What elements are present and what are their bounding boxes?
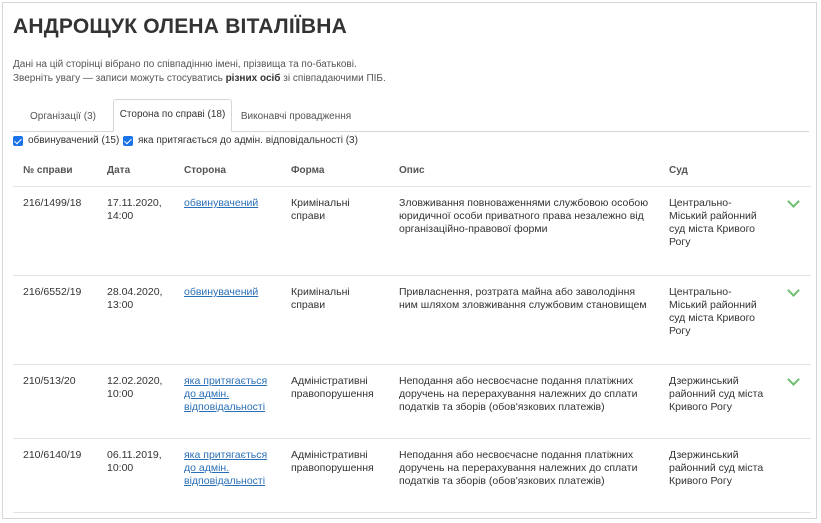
party-link[interactable]: обвинувачений <box>184 197 258 209</box>
party-link[interactable]: обвинувачений <box>184 286 258 298</box>
case-form: Адміністративні правопорушення <box>281 438 389 513</box>
table-row[interactable]: 210/513/20 12.02.2020, 10:00 яка притягає… <box>13 364 811 439</box>
case-party: обвинувачений <box>174 275 281 365</box>
case-number: 210/513/20 <box>13 364 97 439</box>
table-header-row: № справи Дата Сторона Форма Опис Суд <box>13 155 811 187</box>
case-date: 17.11.2020, 14:00 <box>97 186 174 276</box>
table-row[interactable]: 216/6552/19 28.04.2020, 13:00 обвинувачен… <box>13 275 811 365</box>
case-number: 210/6140/19 <box>13 438 97 513</box>
date-value: 06.11.2019, <box>107 449 162 461</box>
case-number: 216/1499/18 <box>13 186 97 276</box>
filter-admin-liability[interactable]: яка притягається до адмін. відповідально… <box>123 135 358 146</box>
time-value: 13:00 <box>107 299 134 311</box>
chevron-down-icon[interactable] <box>786 284 800 297</box>
col-case-number[interactable]: № справи <box>13 155 97 187</box>
chevron-down-icon[interactable] <box>786 373 800 386</box>
note-emphasis: різних осіб <box>225 73 281 84</box>
case-court: Дзержинський районний суд міста Кривого … <box>659 364 771 439</box>
note-text: Зверніть увагу — записи можуть стосувати… <box>13 73 226 84</box>
case-date: 28.04.2020, 13:00 <box>97 275 174 365</box>
col-description[interactable]: Опис <box>389 155 659 187</box>
party-link[interactable]: яка притягається до адмін. відповідально… <box>184 375 267 413</box>
table-row[interactable]: 210/6140/19 06.11.2019, 10:00 яка притяга… <box>13 438 811 513</box>
filter-label: обвинувачений (15) <box>28 135 120 146</box>
case-party: обвинувачений <box>174 186 281 276</box>
case-party: яка притягається до адмін. відповідально… <box>174 364 281 439</box>
tab-bar: Організації (3) Сторона по справі (18) В… <box>13 99 809 132</box>
case-form: Адміністративні правопорушення <box>281 364 389 439</box>
expand-cell[interactable] <box>771 186 811 276</box>
checkbox-checked[interactable] <box>123 135 133 146</box>
match-note: Дані на цій сторінці вібрано по співпаді… <box>13 58 386 86</box>
cases-table: № справи Дата Сторона Форма Опис Суд 216… <box>13 155 811 513</box>
party-link[interactable]: яка притягається до адмін. відповідально… <box>184 449 267 487</box>
expand-cell <box>771 438 811 513</box>
time-value: 10:00 <box>107 462 134 474</box>
case-party: яка притягається до адмін. відповідально… <box>174 438 281 513</box>
col-date[interactable]: Дата <box>97 155 174 187</box>
person-page: АНДРОЩУК ОЛЕНА ВІТАЛІЇВНА Дані на цій ст… <box>2 2 817 519</box>
filter-label: яка притягається до адмін. відповідально… <box>138 135 358 146</box>
col-party[interactable]: Сторона <box>174 155 281 187</box>
col-court[interactable]: Суд <box>659 155 771 187</box>
date-value: 28.04.2020, <box>107 286 163 298</box>
note-line-1: Дані на цій сторінці вібрано по співпаді… <box>13 59 357 70</box>
filter-accused[interactable]: обвинувачений (15) <box>13 135 119 146</box>
table-row[interactable]: 216/1499/18 17.11.2020, 14:00 обвинувачен… <box>13 186 811 276</box>
date-value: 12.02.2020, <box>107 375 163 387</box>
tab-enforcement[interactable]: Виконавчі провадження <box>235 103 357 131</box>
case-description: Зловживання повноваженнями службовою осо… <box>389 186 659 276</box>
case-description: Неподання або несвоєчасне подання платіж… <box>389 364 659 439</box>
case-court: Дзержинський районний суд міста Кривого … <box>659 438 771 513</box>
case-form: Кримінальні справи <box>281 275 389 365</box>
time-value: 10:00 <box>107 388 134 400</box>
date-value: 17.11.2020, <box>107 197 162 209</box>
page-title: АНДРОЩУК ОЛЕНА ВІТАЛІЇВНА <box>13 15 347 38</box>
case-number: 216/6552/19 <box>13 275 97 365</box>
col-expand <box>771 155 811 187</box>
tab-organizations[interactable]: Організації (3) <box>19 103 107 131</box>
case-date: 12.02.2020, 10:00 <box>97 364 174 439</box>
chevron-down-icon[interactable] <box>786 195 800 208</box>
expand-cell[interactable] <box>771 364 811 439</box>
checkbox-checked[interactable] <box>13 135 23 146</box>
case-description: Привласнення, розтрата майна або заволод… <box>389 275 659 365</box>
case-form: Кримінальні справи <box>281 186 389 276</box>
expand-cell[interactable] <box>771 275 811 365</box>
tab-case-party[interactable]: Сторона по справі (18) <box>113 99 232 132</box>
case-date: 06.11.2019, 10:00 <box>97 438 174 513</box>
case-court: Центрально-Міський районний суд міста Кр… <box>659 275 771 365</box>
note-text: зі співпадаючими ПІБ. <box>280 73 386 84</box>
case-court: Центрально-Міський районний суд міста Кр… <box>659 186 771 276</box>
time-value: 14:00 <box>107 210 134 222</box>
col-form[interactable]: Форма <box>281 155 389 187</box>
case-description: Неподання або несвоєчасне подання платіж… <box>389 438 659 513</box>
note-line-2: Зверніть увагу — записи можуть стосувати… <box>13 72 386 86</box>
